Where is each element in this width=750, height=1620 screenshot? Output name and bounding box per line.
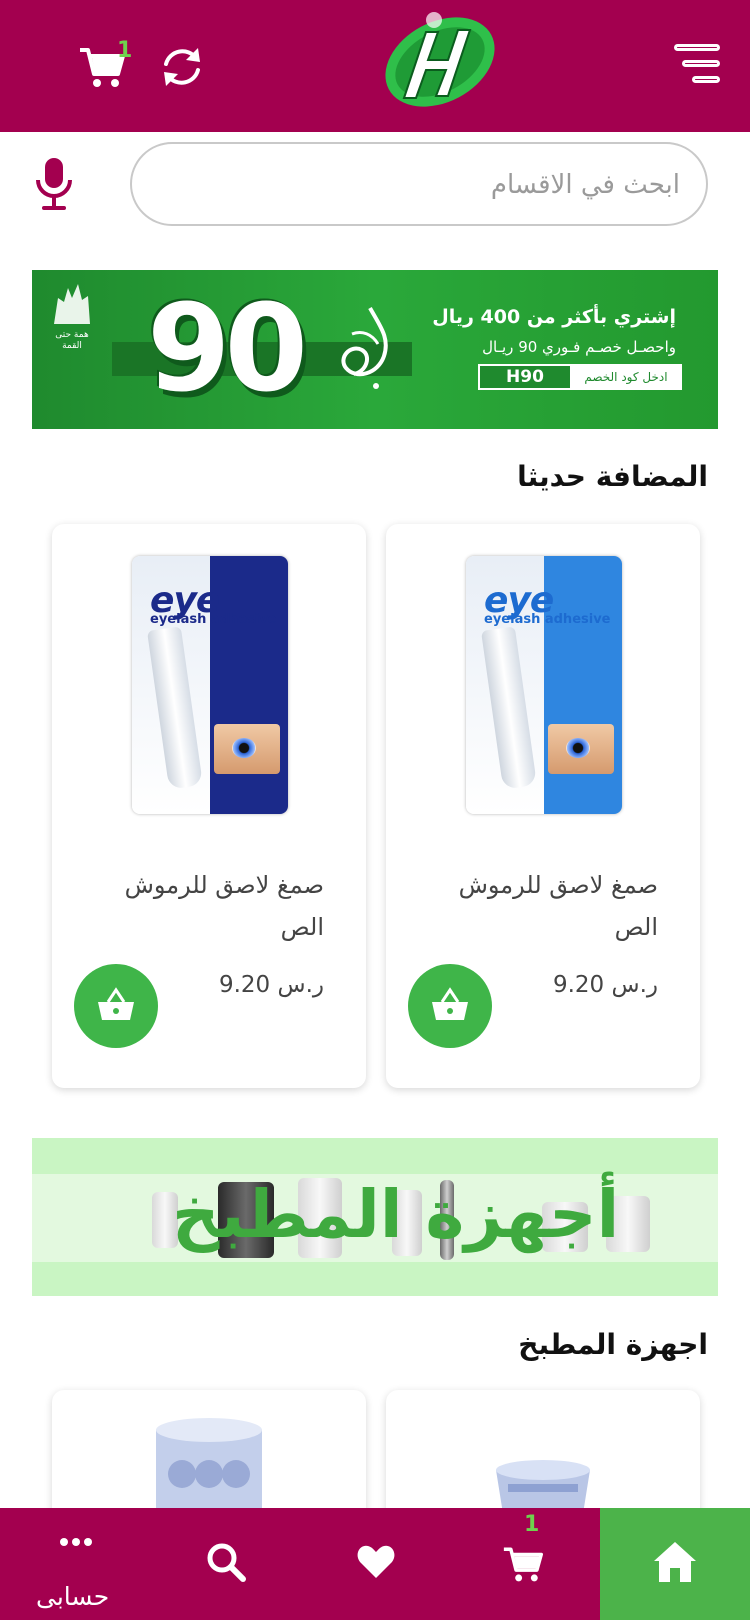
nav-home[interactable]: [600, 1508, 750, 1620]
refresh-icon[interactable]: [158, 44, 206, 90]
kitchen-banner[interactable]: أجهزة المطبخ: [32, 1138, 718, 1296]
add-to-basket-button[interactable]: [408, 964, 492, 1048]
product-card[interactable]: [52, 1390, 366, 1520]
section-title-kitchen: اجهزة المطبخ: [518, 1328, 708, 1361]
nav-search[interactable]: [150, 1508, 300, 1620]
home-icon: [654, 1542, 696, 1582]
search-bar[interactable]: [130, 142, 708, 226]
more-dots-icon: [60, 1538, 92, 1546]
basket-icon: [432, 987, 468, 1020]
nav-favorites[interactable]: [300, 1508, 450, 1620]
kitchen-banner-title: أجهزة المطبخ: [172, 1176, 620, 1253]
cart-icon: [503, 1547, 543, 1582]
nav-cart-count-badge: 1: [524, 1512, 540, 1537]
vision-emblem-icon: [54, 284, 90, 324]
promo-code: H90: [480, 366, 572, 388]
product-image[interactable]: [52, 1390, 366, 1520]
nav-cart[interactable]: 1: [450, 1508, 600, 1620]
nav-account[interactable]: حسابى: [0, 1508, 150, 1620]
hijaz-logo[interactable]: [368, 8, 508, 114]
promo-banner[interactable]: همة حتى القمة 90 إشتري بأكثر من 400 ريال…: [32, 270, 718, 429]
promo-code-label: ادخل كود الخصم: [572, 366, 680, 388]
product-package-blue: eye eyelash adhesive: [466, 556, 622, 814]
package-brand-sub: eyelash adhesive: [150, 612, 277, 627]
national-day-calligraphy-icon: [341, 307, 388, 389]
eye-photo: [214, 724, 280, 774]
promo-headline: إشتري بأكثر من 400 ريال: [432, 306, 676, 328]
product-image[interactable]: [386, 1390, 700, 1520]
product-price: ر.س 9.20: [552, 972, 658, 998]
promo-subline: واحصـل خصـم فـوري 90 ريـال: [482, 338, 676, 356]
product-card[interactable]: [386, 1390, 700, 1520]
search-input[interactable]: [180, 166, 680, 204]
product-price: ر.س 9.20: [218, 972, 324, 998]
product-name[interactable]: صمغ لاصق للرموش الص: [418, 864, 658, 948]
promo-code-box: H90 ادخل كود الخصم: [478, 364, 682, 390]
microphone-icon[interactable]: [34, 156, 74, 212]
app-header: 1: [0, 0, 750, 132]
package-color-panel: [544, 556, 622, 814]
product-name[interactable]: صمغ لاصق للرموش الص: [84, 864, 324, 948]
heart-icon: [357, 1545, 395, 1578]
menu-icon[interactable]: [670, 44, 720, 88]
add-to-basket-button[interactable]: [74, 964, 158, 1048]
nav-account-label: حسابى: [36, 1582, 110, 1611]
product-image[interactable]: eye eyelash adhesive: [52, 524, 366, 844]
promo-number: 90: [147, 280, 308, 419]
promo-emblem-text: همة حتى القمة: [55, 330, 89, 351]
search-icon: [207, 1543, 246, 1582]
package-brand-sub: eyelash adhesive: [484, 612, 611, 627]
eye-photo: [548, 724, 614, 774]
product-card[interactable]: eye eyelash adhesive صمغ لاصق للرموش الص…: [52, 524, 366, 1088]
product-package-navy: eye eyelash adhesive: [132, 556, 288, 814]
bottom-navigation: 1 حسابى: [0, 1508, 750, 1620]
basket-icon: [98, 987, 134, 1020]
cart-count-badge: 1: [117, 38, 133, 63]
package-color-panel: [210, 556, 288, 814]
product-image[interactable]: eye eyelash adhesive: [386, 524, 700, 844]
product-card[interactable]: eye eyelash adhesive صمغ لاصق للرموش الص…: [386, 524, 700, 1088]
section-title-new-arrivals: المضافة حديثا: [517, 460, 708, 493]
